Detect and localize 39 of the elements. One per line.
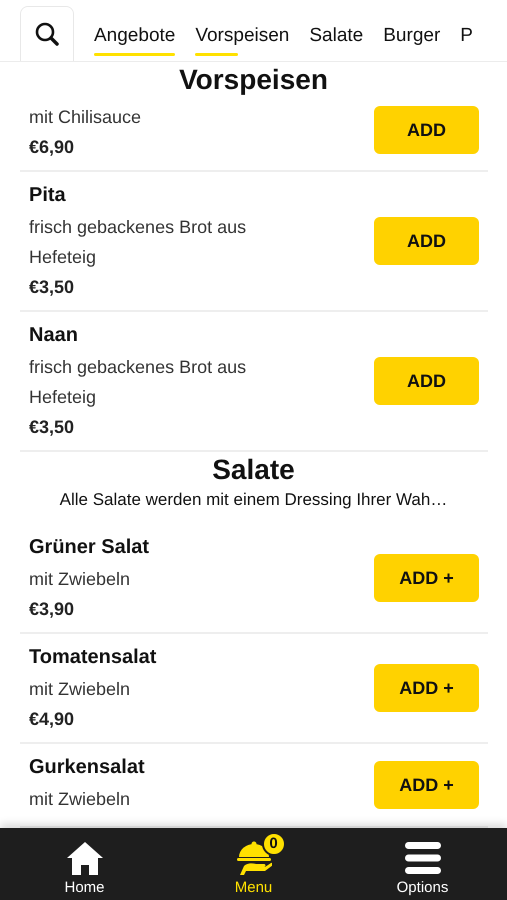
nav-tab[interactable]: 0 Menu	[198, 830, 308, 898]
cart-count-badge: 0	[262, 832, 286, 856]
serving-hand-icon	[236, 840, 272, 874]
add-button[interactable]: ADD	[374, 106, 479, 154]
item-price: €4,90	[29, 709, 76, 730]
section-title: Vorspeisen	[178, 63, 329, 97]
item-description: mit Zwiebeln	[29, 568, 132, 591]
item-description: mit Chilisauce	[29, 106, 142, 129]
category-tab[interactable]: P	[460, 19, 473, 56]
item-name: Tomatensalat	[29, 646, 158, 669]
menu-icon	[404, 842, 440, 874]
category-tab[interactable]: Burger	[383, 19, 440, 56]
item-price: €6,90	[29, 137, 76, 158]
add-button[interactable]: ADD +	[374, 664, 479, 712]
category-tab[interactable]: Salate	[309, 19, 364, 56]
item-price: €3,50	[29, 417, 76, 438]
item-name: Naan	[29, 324, 79, 347]
nav-tab[interactable]: Options	[368, 830, 478, 898]
section-title: Salate	[211, 453, 296, 487]
item-description: mit Zwiebeln	[29, 678, 132, 701]
search-button[interactable]	[20, 6, 74, 61]
item-price: €3,90	[29, 599, 76, 620]
add-button[interactable]: ADD +	[374, 554, 479, 602]
search-icon	[34, 21, 60, 47]
item-description: frisch gebackenes Brot aus Hefeteig	[29, 356, 248, 409]
add-button[interactable]: ADD	[374, 217, 479, 265]
item-name: Gurkensalat	[29, 756, 146, 779]
category-tab[interactable]: Vorspeisen	[195, 19, 290, 56]
add-button[interactable]: ADD +	[374, 761, 479, 809]
item-name: Pita	[29, 184, 67, 207]
add-button[interactable]: ADD	[374, 357, 479, 405]
category-tab[interactable]: Angebote	[94, 19, 176, 56]
item-price: €3,50	[29, 277, 76, 298]
item-description: frisch gebackenes Brot aus Hefeteig	[29, 216, 248, 269]
item-description: mit Zwiebeln	[29, 788, 132, 811]
item-name: Grüner Salat	[29, 536, 150, 559]
section-description: Alle Salate werden mit einem Dressing Ihrer Wah…	[58, 490, 448, 510]
home-icon	[66, 840, 104, 874]
nav-tab[interactable]: Home	[30, 830, 140, 898]
